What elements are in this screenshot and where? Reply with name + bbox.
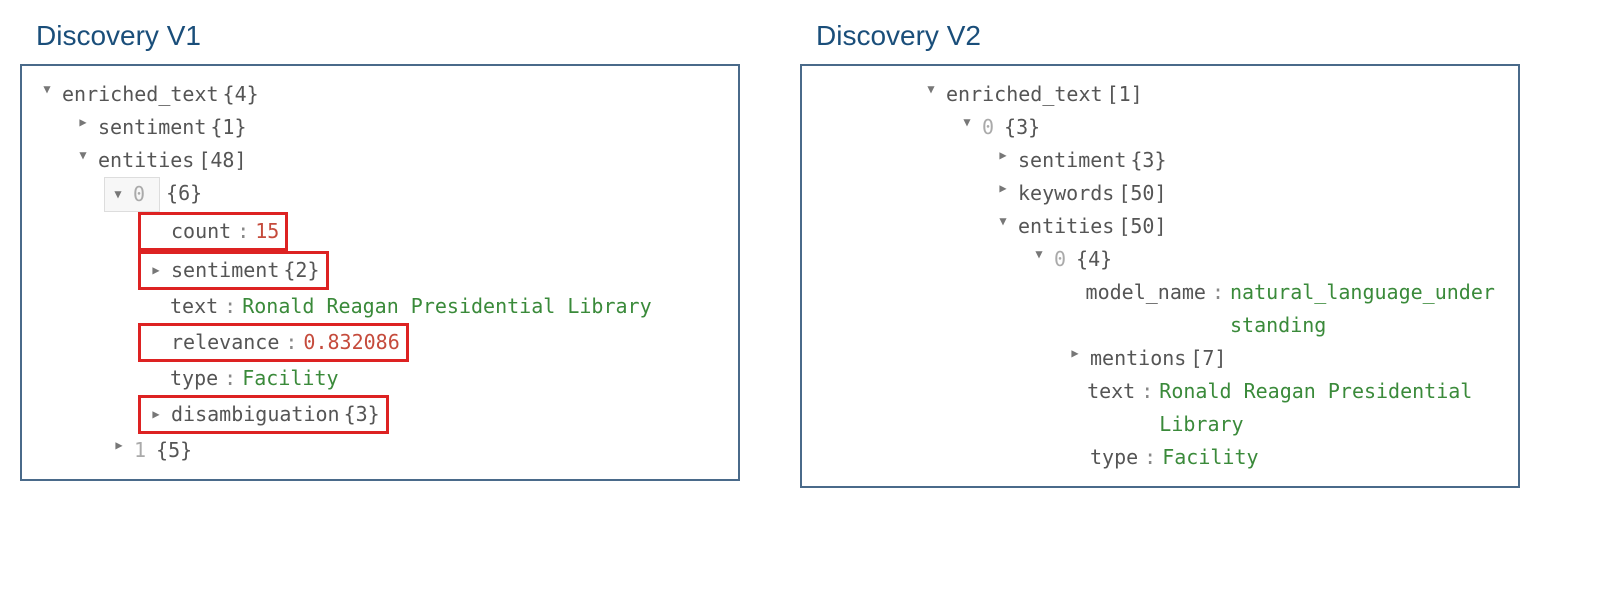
tree-node-entities[interactable]: entities [48]: [38, 144, 722, 177]
tree-node-entity-0[interactable]: 0 {6}: [38, 177, 722, 212]
discovery-v2-panel: Discovery V2 enriched_text [1] 0 {3} sen…: [800, 20, 1520, 488]
caret-right-icon[interactable]: [994, 177, 1012, 200]
tree-node-inner-sentiment[interactable]: sentiment {2}: [38, 251, 722, 290]
tree-node-sentiment[interactable]: sentiment {3}: [922, 144, 1502, 177]
highlight-box: sentiment {2}: [138, 251, 329, 290]
tree-node-entities[interactable]: entities [50]: [922, 210, 1502, 243]
caret-right-icon[interactable]: [74, 111, 92, 134]
tree-node-keywords[interactable]: keywords [50]: [922, 177, 1502, 210]
caret-down-icon[interactable]: [922, 78, 940, 101]
json-tree-v1: enriched_text {4} sentiment {1} entities…: [20, 64, 740, 481]
tree-node-entity-0[interactable]: 0 {4}: [922, 243, 1502, 276]
caret-right-icon[interactable]: [994, 144, 1012, 167]
caret-down-icon[interactable]: [1030, 243, 1048, 266]
tree-node-index-0[interactable]: 0 {3}: [922, 111, 1502, 144]
tree-leaf-model-name: model_name : natural_language_understand…: [922, 276, 1502, 342]
tree-node-enriched-text[interactable]: enriched_text [1]: [922, 78, 1502, 111]
caret-down-icon[interactable]: [109, 183, 127, 206]
highlight-box: disambiguation {3}: [138, 395, 389, 434]
json-tree-v2: enriched_text [1] 0 {3} sentiment {3} ke…: [800, 64, 1520, 488]
tree-leaf-count: count : 15: [38, 212, 722, 251]
caret-down-icon[interactable]: [74, 144, 92, 167]
caret-right-icon[interactable]: [147, 403, 165, 426]
highlight-box: relevance : 0.832086: [138, 323, 409, 362]
tree-leaf-text: text : Ronald Reagan Presidential Librar…: [922, 375, 1502, 441]
caret-right-icon[interactable]: [110, 434, 128, 457]
discovery-v1-panel: Discovery V1 enriched_text {4} sentiment…: [20, 20, 740, 488]
caret-right-icon[interactable]: [147, 259, 165, 282]
tree-node-disambiguation[interactable]: disambiguation {3}: [38, 395, 722, 434]
panel-title-v2: Discovery V2: [800, 20, 1520, 52]
tree-node-enriched-text[interactable]: enriched_text {4}: [38, 78, 722, 111]
tree-leaf-type: type : Facility: [38, 362, 722, 395]
tree-leaf-text: text : Ronald Reagan Presidential Librar…: [38, 290, 722, 323]
tree-leaf-type: type : Facility: [922, 441, 1502, 474]
caret-down-icon[interactable]: [38, 78, 56, 101]
caret-down-icon[interactable]: [958, 111, 976, 134]
tree-node-mentions[interactable]: mentions [7]: [922, 342, 1502, 375]
tree-node-entity-1[interactable]: 1 {5}: [38, 434, 722, 467]
panel-title-v1: Discovery V1: [20, 20, 740, 52]
caret-down-icon[interactable]: [994, 210, 1012, 233]
tree-leaf-relevance: relevance : 0.832086: [38, 323, 722, 362]
highlight-box: count : 15: [138, 212, 288, 251]
caret-right-icon[interactable]: [1066, 342, 1084, 365]
tree-node-sentiment[interactable]: sentiment {1}: [38, 111, 722, 144]
